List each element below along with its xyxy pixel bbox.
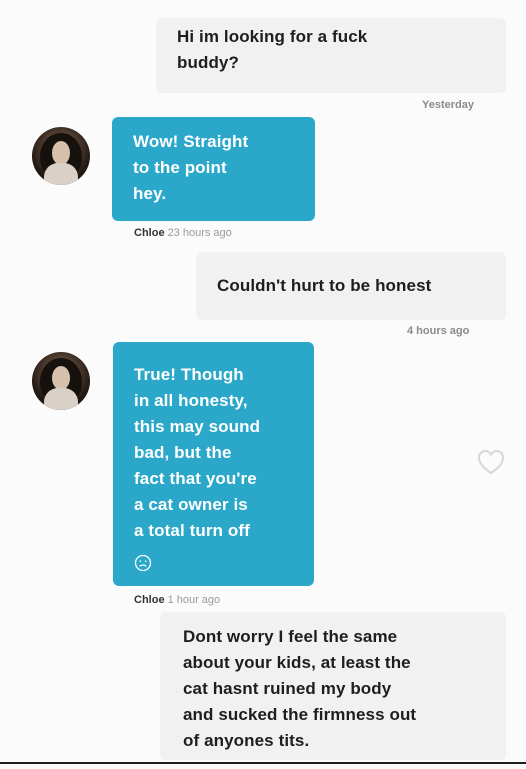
message-timestamp: Yesterday <box>422 99 474 111</box>
message-timestamp: 4 hours ago <box>407 325 470 337</box>
message-bubble-incoming-1: Wow! Straight to the point hey. <box>112 117 315 221</box>
message-bubble-outgoing-2: Couldn't hurt to be honest <box>196 252 506 320</box>
chloe-avatar[interactable] <box>32 352 90 410</box>
message-text: True! Though in all honesty, this may so… <box>134 365 261 540</box>
message-text: Hi im looking for a fuck buddy? <box>177 27 368 72</box>
sender-name: Chloe <box>134 594 165 606</box>
sender-name: Chloe <box>134 227 165 239</box>
message-bubble-outgoing-1: Hi im looking for a fuck buddy? <box>156 18 506 93</box>
message-text: Dont worry I feel the same about your ki… <box>183 627 417 750</box>
message-bubble-outgoing-3: Dont worry I feel the same about your ki… <box>160 612 506 760</box>
message-text: Wow! Straight to the point hey. <box>133 132 249 203</box>
avatar-face <box>52 141 70 165</box>
message-bubble-incoming-2: True! Though in all honesty, this may so… <box>113 342 314 586</box>
avatar-body <box>44 388 78 410</box>
heart-icon[interactable] <box>476 448 506 475</box>
bottom-divider <box>0 762 526 764</box>
chloe-avatar[interactable] <box>32 127 90 185</box>
message-meta: Chloe 23 hours ago <box>134 227 232 239</box>
chat-thread: Hi im looking for a fuck buddy? Yesterda… <box>0 0 526 769</box>
message-text: Couldn't hurt to be honest <box>217 276 432 295</box>
emoji-icon <box>134 554 152 572</box>
avatar-body <box>44 163 78 185</box>
message-timestamp: 23 hours ago <box>167 227 232 239</box>
message-timestamp: 1 hour ago <box>167 594 221 606</box>
avatar-face <box>52 366 70 390</box>
message-meta: Chloe 1 hour ago <box>134 594 220 606</box>
